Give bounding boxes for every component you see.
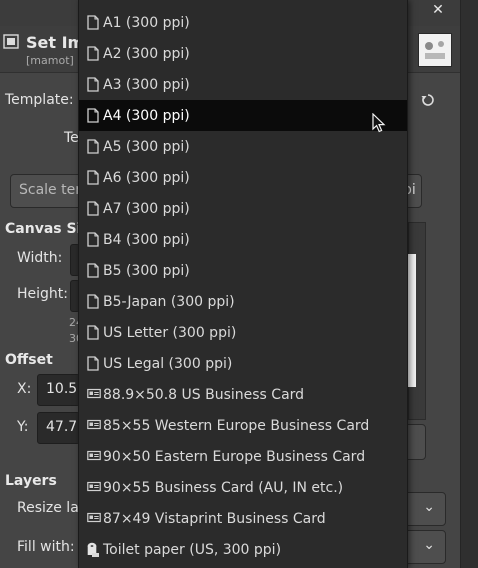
mouse-cursor-icon bbox=[372, 112, 386, 137]
menu-item-label: A3 (300 ppi) bbox=[103, 76, 190, 93]
business-card-icon bbox=[87, 449, 101, 465]
page-icon bbox=[87, 324, 101, 341]
menu-item[interactable]: A4 (300 ppi) bbox=[79, 100, 407, 131]
business-card-icon bbox=[87, 387, 101, 403]
page-icon bbox=[87, 45, 101, 62]
scale-template-button[interactable]: Scale ten bbox=[10, 174, 85, 208]
menu-top-clipped-item bbox=[79, 0, 407, 4]
menu-item-label: Toilet paper (US, 300 ppi) bbox=[103, 541, 282, 558]
window-edge bbox=[460, 0, 478, 568]
menu-item-label: US Legal (300 ppi) bbox=[103, 355, 233, 372]
menu-item-label: 87×49 Vistaprint Business Card bbox=[103, 510, 326, 527]
page-icon bbox=[87, 200, 101, 217]
close-icon: ✕ bbox=[432, 2, 444, 18]
chevron-down-icon: ⌄ bbox=[423, 499, 435, 515]
page-icon bbox=[87, 76, 101, 93]
menu-item-label: A4 (300 ppi) bbox=[103, 107, 190, 124]
menu-item-label: B5-Japan (300 ppi) bbox=[103, 293, 235, 310]
page-icon bbox=[87, 231, 101, 248]
menu-item[interactable]: A1 (300 ppi) bbox=[79, 7, 407, 38]
offset-heading: Offset bbox=[5, 352, 53, 368]
menu-item-label: A1 (300 ppi) bbox=[103, 14, 190, 31]
width-label: Width: bbox=[17, 250, 63, 266]
menu-item-label: 88.9×50.8 US Business Card bbox=[103, 386, 305, 403]
menu-item-label: A7 (300 ppi) bbox=[103, 200, 190, 217]
menu-item[interactable]: A3 (300 ppi) bbox=[79, 69, 407, 100]
height-label: Height: bbox=[17, 286, 68, 302]
template-dropdown-menu[interactable]: A1 (300 ppi) A2 (300 ppi) A3 (300 ppi) A4 (… bbox=[78, 0, 408, 568]
business-card-icon bbox=[87, 418, 101, 434]
business-card-icon bbox=[87, 511, 101, 527]
fill-with-label: Fill with: bbox=[17, 539, 75, 555]
page-icon bbox=[87, 169, 101, 186]
menu-item[interactable]: 90×50 Eastern Europe Business Card bbox=[79, 441, 407, 472]
chevron-down-icon: ⌄ bbox=[423, 537, 435, 553]
toilet-paper-icon bbox=[87, 542, 101, 558]
menu-item-label: B4 (300 ppi) bbox=[103, 231, 190, 248]
reset-icon[interactable] bbox=[420, 92, 436, 108]
offset-y-label: Y: bbox=[17, 419, 29, 435]
menu-item[interactable]: A2 (300 ppi) bbox=[79, 38, 407, 69]
offset-x-label: X: bbox=[17, 381, 32, 397]
menu-item[interactable]: B5 (300 ppi) bbox=[79, 255, 407, 286]
menu-item[interactable]: US Letter (300 ppi) bbox=[79, 317, 407, 348]
menu-item-label: B5 (300 ppi) bbox=[103, 262, 190, 279]
menu-item-label: US Letter (300 ppi) bbox=[103, 324, 237, 341]
menu-item[interactable]: 90×55 Business Card (AU, IN etc.) bbox=[79, 472, 407, 503]
menu-item[interactable]: Toilet paper (US, 300 ppi) bbox=[79, 534, 407, 565]
page-icon bbox=[87, 107, 101, 124]
page-icon bbox=[87, 355, 101, 372]
menu-item[interactable]: A6 (300 ppi) bbox=[79, 162, 407, 193]
scale-template-label: Scale ten bbox=[19, 182, 85, 198]
close-button[interactable]: ✕ bbox=[426, 0, 450, 20]
menu-item[interactable]: B4 (300 ppi) bbox=[79, 224, 407, 255]
menu-item[interactable]: B5-Japan (300 ppi) bbox=[79, 286, 407, 317]
page-icon bbox=[87, 138, 101, 155]
page-icon bbox=[87, 293, 101, 310]
menu-item[interactable]: 85×55 Western Europe Business Card bbox=[79, 410, 407, 441]
menu-item-label: 90×50 Eastern Europe Business Card bbox=[103, 448, 366, 465]
menu-item[interactable]: A5 (300 ppi) bbox=[79, 131, 407, 162]
menu-item[interactable]: A7 (300 ppi) bbox=[79, 193, 407, 224]
menu-item[interactable]: 87×49 Vistaprint Business Card bbox=[79, 503, 407, 534]
offset-y-field[interactable]: 47.75 bbox=[37, 412, 86, 444]
image-thumbnail bbox=[418, 33, 452, 67]
menu-item-label: A2 (300 ppi) bbox=[103, 45, 190, 62]
template-comment-label: Te bbox=[64, 130, 79, 146]
menu-item-label: 90×55 Business Card (AU, IN etc.) bbox=[103, 479, 344, 496]
page-icon bbox=[87, 262, 101, 279]
template-label: Template: bbox=[5, 92, 74, 108]
offset-x-field[interactable]: 10.58 bbox=[37, 374, 86, 406]
dialog-subtitle: [mamot] ( bbox=[26, 54, 82, 67]
menu-item-label: 85×55 Western Europe Business Card bbox=[103, 417, 370, 434]
canvas-size-icon bbox=[3, 33, 20, 51]
layers-heading: Layers bbox=[5, 473, 57, 489]
resize-layers-label: Resize lay bbox=[17, 500, 88, 516]
menu-item[interactable]: US Legal (300 ppi) bbox=[79, 348, 407, 379]
business-card-icon bbox=[87, 480, 101, 496]
menu-item[interactable]: 88.9×50.8 US Business Card bbox=[79, 379, 407, 410]
menu-item-label: A5 (300 ppi) bbox=[103, 138, 190, 155]
menu-item-label: A6 (300 ppi) bbox=[103, 169, 190, 186]
page-icon bbox=[87, 14, 101, 31]
